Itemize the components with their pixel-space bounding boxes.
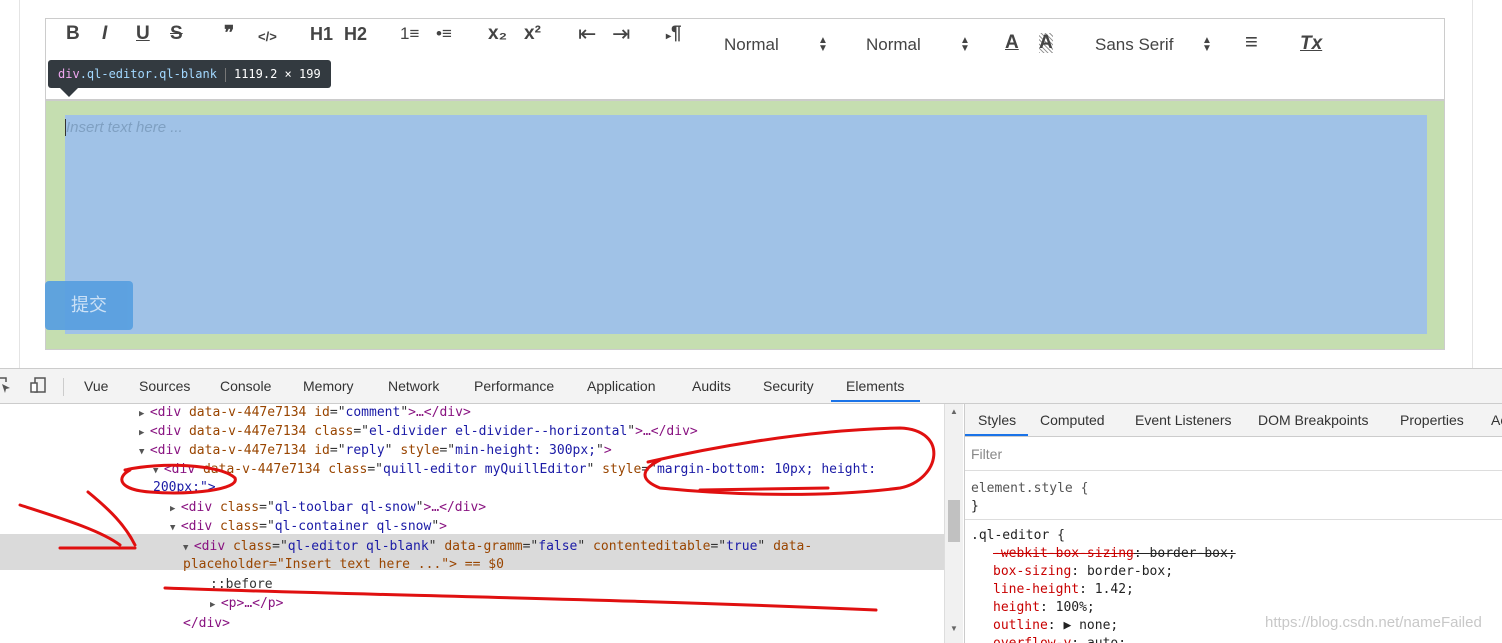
direction-button[interactable]: ▸¶ (666, 24, 682, 47)
tab-computed[interactable]: Computed (1040, 412, 1105, 428)
tooltip-size: 1119.2 × 199 (233, 67, 321, 81)
elements-scrollbar[interactable]: ▲ ▼ (944, 404, 963, 643)
styles-tab-bar: Styles Computed Event Listeners DOM Brea… (965, 404, 1502, 437)
devtools-panel: Vue Sources Console Memory Network Perfo… (0, 368, 1502, 643)
css-declaration[interactable]: line-height: 1.42; (993, 581, 1134, 599)
dom-node-line[interactable]: ▶ <div data-v-447e7134 id="comment">…</d… (139, 404, 471, 423)
blockquote-button[interactable]: ❞ (224, 24, 234, 44)
tooltip-classes: .ql-editor.ql-blank (79, 67, 217, 81)
superscript-button[interactable]: x² (524, 24, 541, 44)
inspect-element-icon[interactable] (0, 376, 12, 394)
css-declaration[interactable]: box-sizing: border-box; (993, 563, 1173, 581)
font-select[interactable]: Sans Serif (1095, 35, 1173, 55)
dom-node-line[interactable]: ▶ <div data-v-447e7134 class="el-divider… (139, 423, 698, 442)
tab-accessibility[interactable]: Ac (1491, 412, 1502, 428)
font-select-arrows-icon: ▲ ▼ (1202, 35, 1212, 54)
bold-button[interactable]: B (66, 24, 80, 44)
outdent-button[interactable]: ⇤ (578, 23, 596, 45)
color-button[interactable]: A (1005, 33, 1019, 53)
page-border-right (1472, 0, 1473, 368)
dom-node-line[interactable]: ▶ <p>…</p> (210, 595, 283, 614)
scroll-thumb[interactable] (948, 500, 960, 542)
header-select[interactable]: Normal (866, 35, 921, 55)
background-color-button[interactable]: A (1039, 33, 1053, 53)
tab-application[interactable]: Application (587, 378, 656, 394)
toolbar-divider (63, 378, 64, 396)
ordered-list-button[interactable]: 1≡ (400, 24, 419, 44)
dom-node-line[interactable]: ▼ <div data-v-447e7134 id="reply" style=… (139, 442, 612, 461)
tab-elements[interactable]: Elements (846, 378, 904, 394)
bullet-list-button[interactable]: •≡ (436, 24, 452, 44)
dom-node-line[interactable]: ▼ <div data-v-447e7134 class="quill-edit… (153, 461, 876, 480)
dom-node-line[interactable]: ::before (210, 576, 273, 594)
tooltip-arrow (60, 88, 78, 97)
dom-node-line[interactable]: </div> (183, 615, 230, 633)
tab-performance[interactable]: Performance (474, 378, 554, 394)
tab-console[interactable]: Console (220, 378, 271, 394)
expand-arrow-icon[interactable]: ▶ (139, 428, 150, 438)
underline-button[interactable]: U (136, 24, 150, 44)
expand-arrow-icon[interactable]: ▶ (210, 600, 221, 610)
inspect-tooltip: div.ql-editor.ql-blank 1119.2 × 199 (48, 60, 331, 88)
dom-node-line[interactable]: ▼ <div class="ql-container ql-snow"> (170, 518, 447, 537)
collapse-arrow-icon[interactable]: ▼ (153, 466, 164, 476)
strike-button[interactable]: S (170, 24, 183, 44)
expand-arrow-icon[interactable]: ▶ (139, 409, 150, 419)
tab-memory[interactable]: Memory (303, 378, 354, 394)
watermark: https://blog.csdn.net/nameFailed (1265, 614, 1482, 631)
styles-filter-input[interactable]: Filter (971, 446, 1002, 462)
element-style-selector: element.style { (971, 481, 1089, 496)
rule-divider (965, 519, 1502, 520)
collapse-arrow-icon[interactable]: ▼ (183, 543, 194, 553)
filter-divider (965, 470, 1502, 471)
header-select-arrows-icon: ▲ ▼ (960, 35, 970, 54)
active-tab-indicator (831, 400, 920, 402)
editor-placeholder: Insert text here ... (66, 119, 183, 136)
size-select-arrows-icon: ▲ ▼ (818, 35, 828, 54)
collapse-arrow-icon[interactable]: ▼ (139, 447, 150, 457)
tab-security[interactable]: Security (763, 378, 814, 394)
styles-active-tab-indicator (965, 434, 1028, 436)
tab-dom-breakpoints[interactable]: DOM Breakpoints (1258, 412, 1368, 428)
pilcrow-icon: ¶ (671, 23, 682, 44)
page-border-left (19, 0, 20, 368)
devtools-tab-bar: Vue Sources Console Memory Network Perfo… (0, 369, 1502, 404)
ql-editor[interactable] (65, 115, 1427, 334)
styles-pane: Styles Computed Event Listeners DOM Brea… (964, 404, 1502, 643)
scroll-down-icon[interactable]: ▼ (950, 624, 958, 633)
page: B I U S ❞ </> H1 H2 1≡ •≡ x₂ x² ⇤ ⇥ ▸¶ N… (0, 0, 1502, 368)
element-style-close: } (971, 499, 979, 514)
tab-event-listeners[interactable]: Event Listeners (1135, 412, 1232, 428)
dom-node-line[interactable]: ▼ <div class="ql-editor ql-blank" data-g… (183, 538, 812, 557)
tab-audits[interactable]: Audits (692, 378, 731, 394)
dom-node-line[interactable]: 200px;"> (153, 479, 216, 497)
css-declaration[interactable]: outline: ▶ none; (993, 617, 1118, 635)
tab-sources[interactable]: Sources (139, 378, 190, 394)
scroll-up-icon[interactable]: ▲ (950, 407, 958, 416)
css-declaration[interactable]: -webkit-box-sizing: border-box; (993, 545, 1236, 563)
collapse-arrow-icon[interactable]: ▼ (170, 523, 181, 533)
ql-editor-rule-selector: .ql-editor { (971, 528, 1065, 543)
indent-button[interactable]: ⇥ (612, 23, 630, 45)
tooltip-tag: div (58, 67, 80, 81)
device-toolbar-icon[interactable] (29, 376, 47, 394)
h1-button[interactable]: H1 (310, 24, 333, 44)
tab-properties[interactable]: Properties (1400, 412, 1464, 428)
tab-network[interactable]: Network (388, 378, 439, 394)
align-button[interactable]: ≡ (1245, 31, 1258, 53)
elements-tree: ▶ <div data-v-447e7134 id="comment">…</d… (0, 404, 944, 643)
code-button[interactable]: </> (258, 27, 277, 47)
css-declaration[interactable]: height: 100%; (993, 599, 1095, 617)
subscript-button[interactable]: x₂ (488, 24, 507, 44)
size-select[interactable]: Normal (724, 35, 779, 55)
dom-node-line[interactable]: ▶ <div class="ql-toolbar ql-snow">…</div… (170, 499, 486, 518)
h2-button[interactable]: H2 (344, 24, 367, 44)
expand-arrow-icon[interactable]: ▶ (170, 504, 181, 514)
tab-styles[interactable]: Styles (978, 412, 1016, 428)
clean-format-button[interactable]: Tx (1300, 34, 1322, 54)
dom-node-line[interactable]: placeholder="Insert text here ..."> == $… (183, 556, 504, 574)
italic-button[interactable]: I (102, 24, 107, 44)
submit-button[interactable]: 提交 (45, 281, 133, 330)
tab-vue[interactable]: Vue (84, 378, 108, 394)
